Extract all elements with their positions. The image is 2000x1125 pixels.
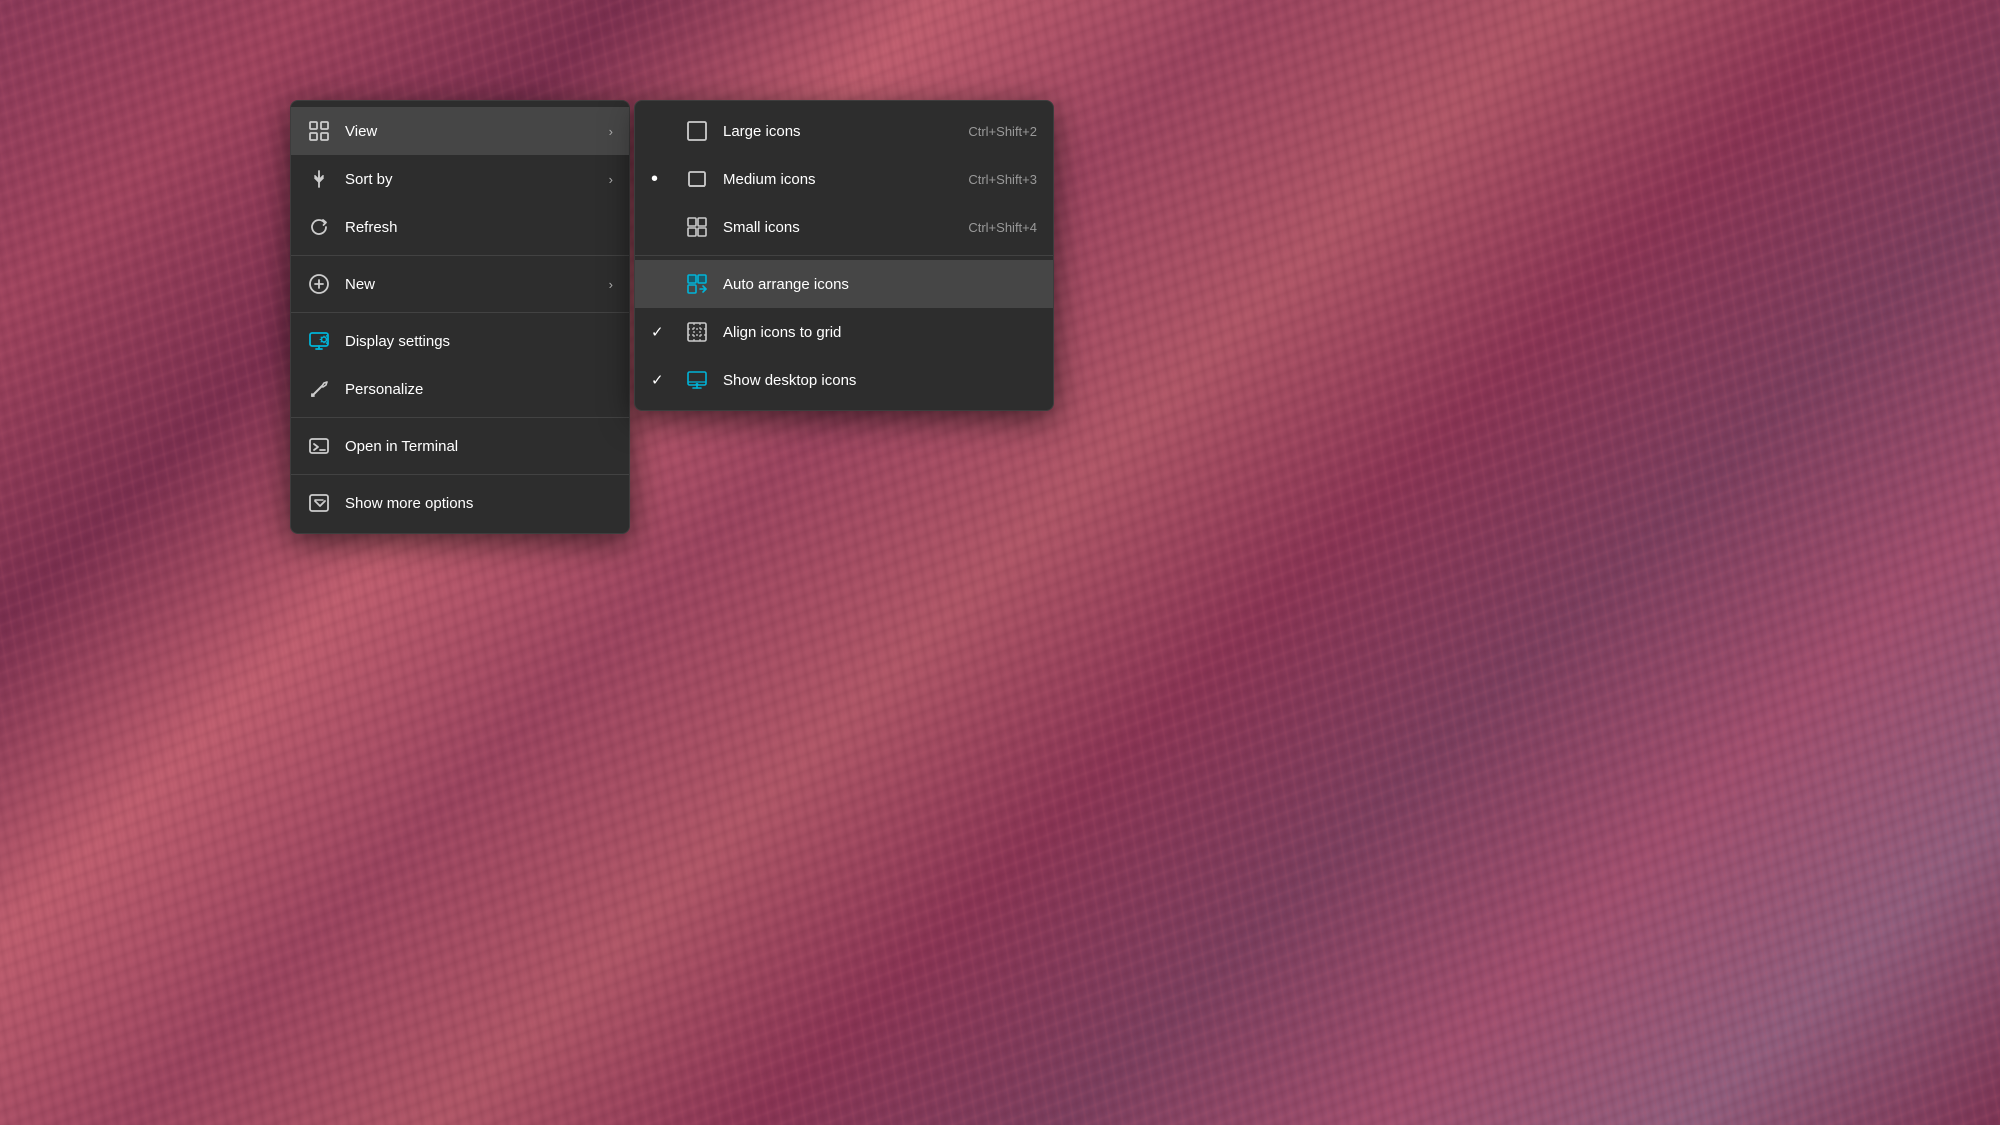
menu-item-view-label: View (345, 123, 595, 140)
divider-3 (291, 417, 629, 418)
submenu-item-medium-icons[interactable]: • Medium icons Ctrl+Shift+3 (635, 155, 1053, 203)
submenu-medium-label: Medium icons (723, 171, 954, 188)
new-icon (307, 272, 331, 296)
sort-arrow: › (609, 172, 613, 187)
menu-item-display-label: Display settings (345, 333, 613, 350)
submenu-large-label: Large icons (723, 123, 954, 140)
display-icon (307, 329, 331, 353)
menu-item-show-more[interactable]: Show more options (291, 479, 629, 527)
submenu-item-show-desktop[interactable]: ✓ Show desktop icons (635, 356, 1053, 404)
submenu-align-label: Align icons to grid (723, 324, 1037, 341)
submenu-auto-label: Auto arrange icons (723, 276, 1037, 293)
submenu-small-label: Small icons (723, 219, 954, 236)
submenu-desktop-label: Show desktop icons (723, 372, 1037, 389)
auto-check (651, 276, 671, 293)
menu-item-new-label: New (345, 276, 595, 293)
menu-item-sort-label: Sort by (345, 171, 595, 188)
small-icon-icon (685, 215, 709, 239)
auto-arrange-icon (685, 272, 709, 296)
sort-icon (307, 167, 331, 191)
menu-item-personalize[interactable]: Personalize (291, 365, 629, 413)
submenu-item-large-icons[interactable]: Large icons Ctrl+Shift+2 (635, 107, 1053, 155)
view-submenu: Large icons Ctrl+Shift+2 • Medium icons … (634, 100, 1054, 411)
menu-item-view[interactable]: View › (291, 107, 629, 155)
context-menu-container: View › Sort by › (290, 100, 1054, 534)
small-check (651, 219, 671, 236)
show-desktop-icon (685, 368, 709, 392)
submenu-item-align-grid[interactable]: ✓ Align icons to grid (635, 308, 1053, 356)
menu-item-personalize-label: Personalize (345, 381, 613, 398)
align-check: ✓ (651, 323, 671, 341)
menu-item-more-label: Show more options (345, 495, 613, 512)
small-shortcut: Ctrl+Shift+4 (968, 220, 1037, 235)
divider-4 (291, 474, 629, 475)
submenu-item-auto-arrange[interactable]: Auto arrange icons (635, 260, 1053, 308)
large-shortcut: Ctrl+Shift+2 (968, 124, 1037, 139)
grid-icon (307, 119, 331, 143)
desktop-check: ✓ (651, 371, 671, 389)
large-icon-icon (685, 119, 709, 143)
divider-2 (291, 312, 629, 313)
menu-item-terminal-label: Open in Terminal (345, 438, 613, 455)
terminal-icon (307, 434, 331, 458)
menu-item-refresh[interactable]: Refresh (291, 203, 629, 251)
more-icon (307, 491, 331, 515)
desktop-background: View › Sort by › (0, 0, 2000, 1125)
menu-item-new[interactable]: New › (291, 260, 629, 308)
personalize-icon (307, 377, 331, 401)
menu-item-refresh-label: Refresh (345, 219, 613, 236)
submenu-item-small-icons[interactable]: Small icons Ctrl+Shift+4 (635, 203, 1053, 251)
submenu-divider-1 (635, 255, 1053, 256)
menu-item-sort-by[interactable]: Sort by › (291, 155, 629, 203)
align-grid-icon (685, 320, 709, 344)
refresh-icon (307, 215, 331, 239)
large-check (651, 123, 671, 140)
new-arrow: › (609, 277, 613, 292)
medium-shortcut: Ctrl+Shift+3 (968, 172, 1037, 187)
medium-icon-icon (685, 167, 709, 191)
menu-item-display-settings[interactable]: Display settings (291, 317, 629, 365)
menu-item-terminal[interactable]: Open in Terminal (291, 422, 629, 470)
context-menu: View › Sort by › (290, 100, 630, 534)
medium-dot: • (651, 169, 671, 189)
view-arrow: › (609, 124, 613, 139)
divider-1 (291, 255, 629, 256)
